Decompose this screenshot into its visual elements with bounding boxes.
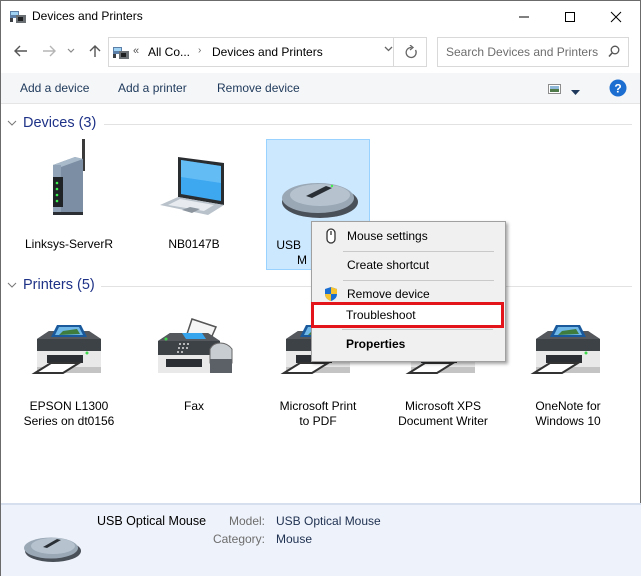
search-icon[interactable] [608, 45, 620, 61]
device-label: NB0147B [168, 237, 220, 251]
maximize-icon [565, 11, 575, 22]
printer-label-line1: OneNote for [535, 399, 601, 413]
add-a-device-button[interactable]: Add a device [20, 81, 89, 95]
printer-label-line1: Microsoft Print [279, 399, 357, 413]
menu-separator [343, 280, 494, 281]
printer-label-line2: to PDF [299, 414, 337, 428]
chevron-down-icon [67, 48, 75, 53]
maximize-button[interactable] [547, 1, 593, 32]
back-button[interactable] [12, 42, 30, 60]
category-key: Category: [212, 532, 265, 546]
printer-label-line2: Document Writer [398, 414, 488, 428]
collapse-chevron-icon[interactable] [7, 280, 19, 291]
caret-down-icon [571, 90, 580, 95]
model-key: Model: [228, 514, 265, 528]
help-button[interactable]: ? [609, 79, 627, 100]
help-icon: ? [609, 79, 627, 97]
group-divider [104, 124, 632, 125]
printer-icon [516, 311, 620, 383]
close-icon [610, 11, 622, 22]
breadcrumb-separator[interactable]: › [198, 45, 201, 56]
view-icon [548, 84, 561, 94]
chevron-down-icon [384, 46, 393, 52]
add-a-printer-button[interactable]: Add a printer [118, 81, 187, 95]
printers-group-label: Printers (5) [23, 277, 95, 293]
mouse-icon [21, 527, 83, 566]
devices-and-printers-icon [10, 9, 26, 23]
close-button[interactable] [593, 1, 639, 32]
refresh-button[interactable] [393, 37, 428, 67]
recent-locations-button[interactable] [65, 42, 77, 60]
up-button[interactable] [86, 42, 104, 60]
minimize-icon [519, 16, 529, 17]
minimize-button[interactable] [501, 1, 547, 32]
up-arrow-icon [89, 45, 101, 57]
forward-arrow-icon [43, 45, 56, 57]
printer-label-line1: EPSON L1300 [29, 399, 109, 413]
remove-device-button[interactable]: Remove device [217, 81, 300, 95]
printer-label-line1: Microsoft XPS [404, 399, 482, 413]
address-dropdown-button[interactable] [384, 44, 393, 55]
change-view-button[interactable] [548, 83, 561, 97]
fax-icon [142, 311, 246, 383]
troubleshoot-highlight [311, 302, 504, 328]
search-input[interactable]: Search Devices and Printers [437, 37, 629, 67]
mouse-settings-icon [323, 228, 339, 244]
mouse-icon [267, 140, 371, 220]
search-placeholder: Search Devices and Printers [446, 45, 599, 59]
device-tile-router[interactable]: Linksys-ServerR [17, 135, 121, 265]
menu-item-label: Create shortcut [347, 258, 430, 272]
menu-item-create-shortcut[interactable]: Create shortcut [314, 254, 503, 276]
printer-label-line2: Series on dt0156 [23, 414, 115, 428]
devices-group-label: Devices (3) [23, 115, 97, 131]
refresh-icon [405, 45, 417, 59]
details-pane: USB Optical Mouse Model: USB Optical Mou… [1, 503, 641, 576]
devices-group-header[interactable]: Devices (3) [7, 114, 96, 132]
printer-tile-epson[interactable]: EPSON L1300 Series on dt0156 [17, 311, 121, 431]
address-bar[interactable]: « All Co... › Devices and Printers [108, 37, 427, 67]
printer-icon [17, 311, 121, 383]
device-label-line1: USB [276, 238, 301, 252]
menu-item-label: Remove device [347, 287, 430, 301]
breadcrumb-overflow[interactable]: « [133, 45, 139, 57]
printer-label-line1: Fax [183, 399, 204, 413]
view-options-dropdown[interactable] [571, 85, 580, 99]
forward-button[interactable] [40, 42, 58, 60]
category-value: Mouse [276, 532, 313, 546]
model-value: USB Optical Mouse [276, 514, 381, 528]
printer-label-line2: Windows 10 [535, 414, 601, 428]
device-label: Linksys-ServerR [24, 237, 114, 251]
device-label-line2: M [297, 253, 307, 267]
printer-tile-onenote-for-windows-10[interactable]: OneNote for Windows 10 [516, 311, 620, 431]
menu-item-label: Mouse settings [347, 229, 428, 243]
printer-tile-fax[interactable]: Fax [142, 311, 246, 431]
device-tile-laptop[interactable]: NB0147B [142, 135, 246, 265]
devices-and-printers-window: Devices and Printers « All Co... › Devic… [0, 0, 641, 576]
router-icon [17, 135, 121, 215]
devices-and-printers-icon [113, 45, 129, 59]
printers-group-header[interactable]: Printers (5) [7, 276, 95, 294]
context-menu: Mouse settings Create shortcut Remove de… [311, 221, 506, 362]
command-bar: Add a device Add a printer Remove device… [1, 73, 640, 104]
laptop-icon [142, 135, 246, 215]
menu-item-mouse-settings[interactable]: Mouse settings [314, 225, 503, 247]
svg-text:?: ? [614, 82, 621, 96]
menu-separator [343, 251, 494, 252]
collapse-chevron-icon[interactable] [7, 118, 19, 129]
breadcrumb-item-devices-and-printers[interactable]: Devices and Printers [212, 45, 323, 59]
window-title: Devices and Printers [32, 9, 143, 23]
title-bar: Devices and Printers [1, 1, 640, 32]
breadcrumb-item-all-control-panel[interactable]: All Co... [148, 45, 190, 59]
uac-shield-icon [323, 286, 339, 302]
back-arrow-icon [14, 45, 27, 57]
